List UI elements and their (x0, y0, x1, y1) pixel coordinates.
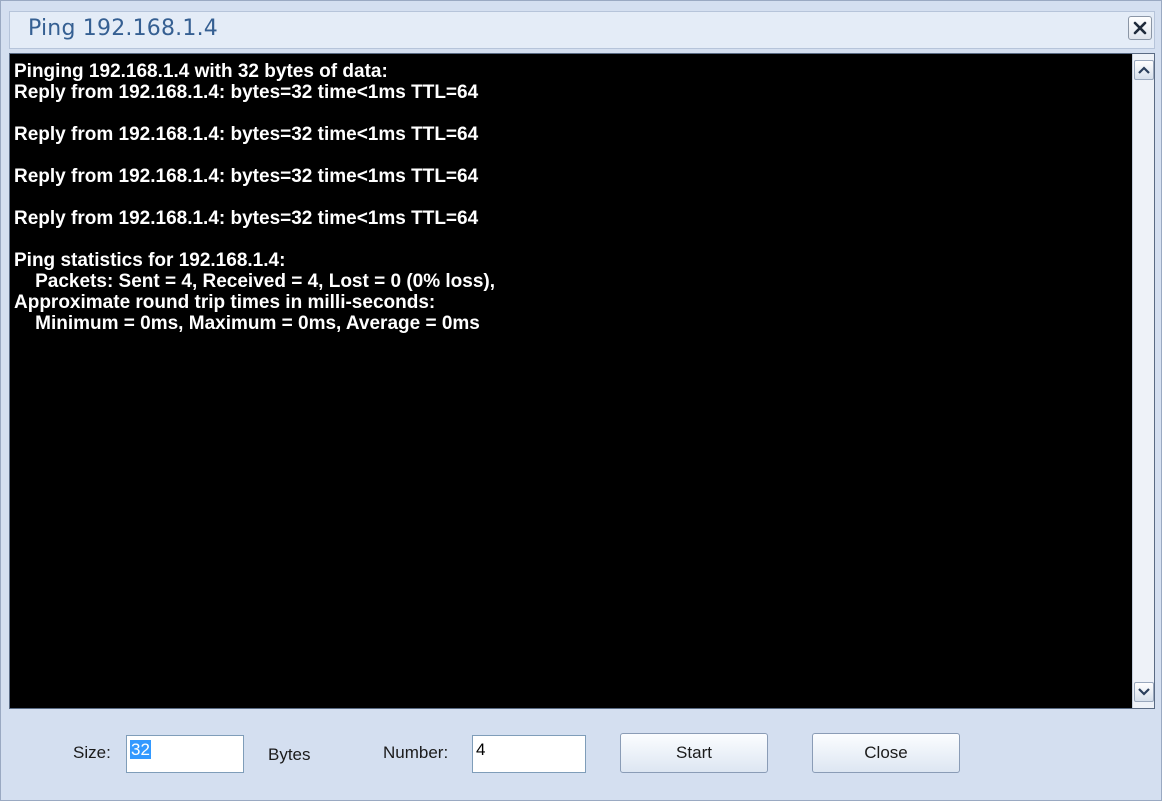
close-button[interactable]: Close (812, 733, 960, 773)
chevron-up-icon (1138, 66, 1150, 74)
size-value: 32 (130, 740, 151, 759)
close-icon (1133, 21, 1147, 35)
size-input[interactable]: 32 (126, 735, 244, 773)
controls-bar: Size: 32 Bytes Number: 4 Start Close (9, 715, 1155, 795)
vertical-scrollbar[interactable] (1132, 54, 1154, 708)
start-button[interactable]: Start (620, 733, 768, 773)
size-label: Size: (73, 743, 111, 762)
number-input[interactable]: 4 (472, 735, 586, 773)
number-label: Number: (383, 743, 449, 762)
console-line: Minimum = 0ms, Maximum = 0ms, Average = … (14, 313, 480, 334)
console-line: Reply from 192.168.1.4: bytes=32 time<1m… (14, 166, 479, 187)
bytes-label: Bytes (268, 745, 311, 764)
console-line: Reply from 192.168.1.4: bytes=32 time<1m… (14, 82, 479, 103)
close-window-button[interactable] (1128, 16, 1152, 40)
scroll-down-button[interactable] (1134, 682, 1154, 702)
console-line: Approximate round trip times in milli-se… (14, 292, 436, 313)
console-line: Ping statistics for 192.168.1.4: (14, 250, 286, 271)
chevron-down-icon (1138, 688, 1150, 696)
console-line: Reply from 192.168.1.4: bytes=32 time<1m… (14, 124, 479, 145)
console-line: Reply from 192.168.1.4: bytes=32 time<1m… (14, 208, 479, 229)
console-line: Pinging 192.168.1.4 with 32 bytes of dat… (14, 61, 388, 82)
title-bar: Ping 192.168.1.4 (9, 11, 1155, 49)
ping-dialog: Ping 192.168.1.4 Pinging 192.168.1.4 wit… (0, 0, 1162, 801)
scroll-up-button[interactable] (1134, 60, 1154, 80)
console-output-pane[interactable]: Pinging 192.168.1.4 with 32 bytes of dat… (9, 53, 1155, 709)
console-text: Pinging 192.168.1.4 with 32 bytes of dat… (10, 54, 1132, 708)
window-title: Ping 192.168.1.4 (28, 16, 218, 41)
console-line: Packets: Sent = 4, Received = 4, Lost = … (14, 271, 496, 292)
number-value: 4 (476, 740, 486, 759)
